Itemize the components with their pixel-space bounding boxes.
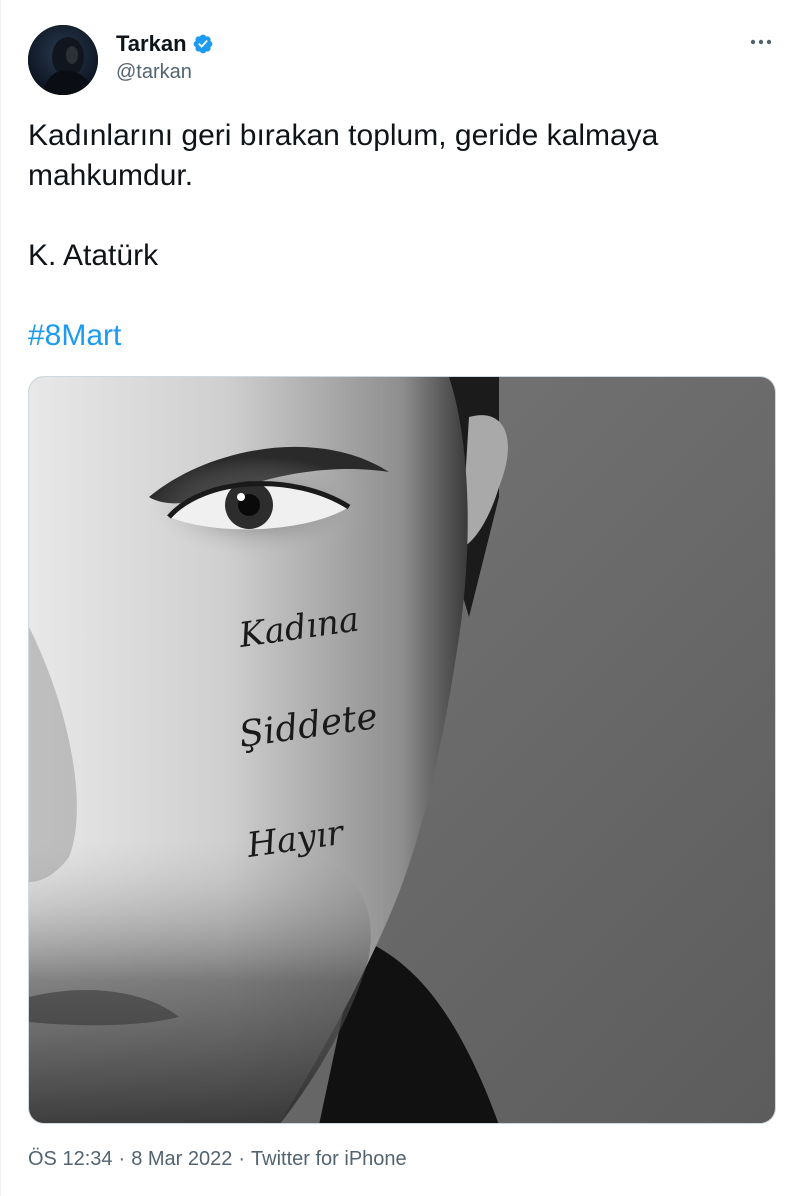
- tweet-quote: Kadınlarını geri bırakan toplum, geride …: [28, 119, 659, 192]
- meta-separator: ·: [118, 1148, 126, 1170]
- tweet: Tarkan @tarkan Kadınlarını geri bırakan …: [0, 0, 796, 1196]
- tweet-media-image[interactable]: Kadına Şiddete Hayır: [28, 376, 776, 1124]
- tweet-header: Tarkan @tarkan: [28, 25, 778, 97]
- verified-badge-icon: [192, 33, 214, 55]
- tweet-source[interactable]: Twitter for iPhone: [251, 1148, 407, 1171]
- photo: Kadına Şiddete Hayır: [29, 377, 775, 1123]
- name-row: Tarkan: [116, 31, 214, 57]
- avatar[interactable]: [28, 25, 98, 95]
- tweet-date[interactable]: 8 Mar 2022: [131, 1148, 232, 1171]
- display-name[interactable]: Tarkan: [116, 31, 187, 57]
- meta-separator: ·: [238, 1148, 246, 1170]
- hashtag-link[interactable]: #8Mart: [28, 319, 121, 352]
- handle[interactable]: @tarkan: [116, 61, 214, 84]
- avatar-image: [28, 25, 98, 95]
- tweet-attribution: K. Atatürk: [28, 239, 159, 272]
- tweet-meta: ÖS 12:34 · 8 Mar 2022 · Twitter for iPho…: [28, 1148, 407, 1171]
- author-names: Tarkan @tarkan: [116, 31, 214, 84]
- tweet-time[interactable]: ÖS 12:34: [28, 1148, 113, 1171]
- more-options-icon[interactable]: [744, 25, 778, 59]
- tweet-text: Kadınlarını geri bırakan toplum, geride …: [28, 116, 758, 356]
